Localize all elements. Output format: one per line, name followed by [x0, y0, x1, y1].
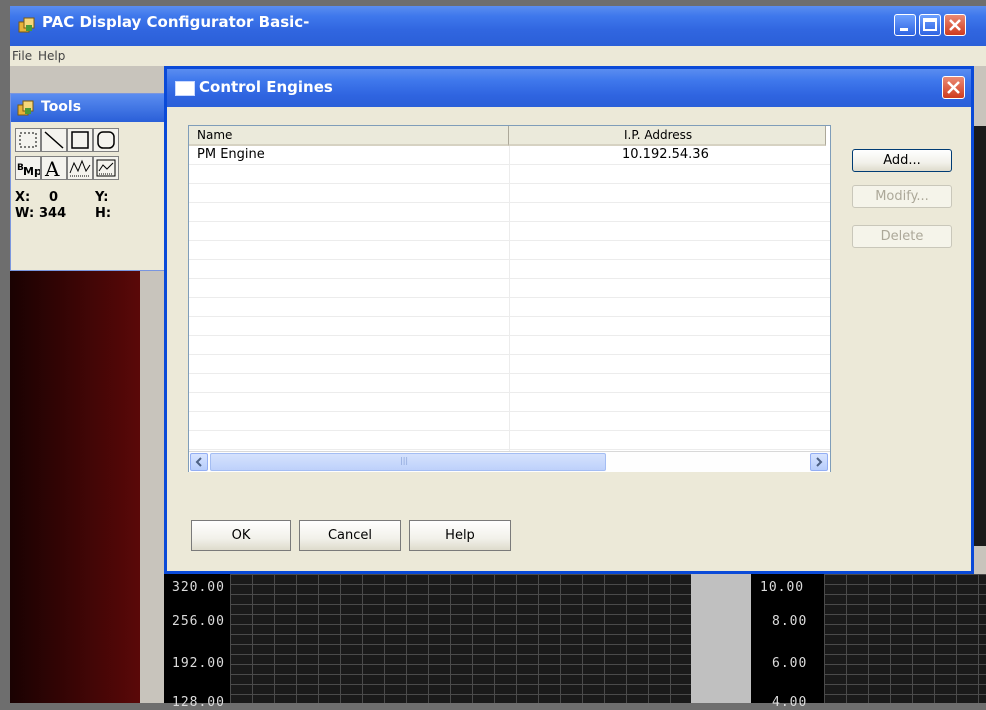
close-icon	[947, 81, 960, 94]
column-header-name[interactable]: Name	[189, 126, 509, 146]
maximize-button[interactable]	[919, 14, 941, 36]
maximize-icon	[923, 18, 937, 31]
delete-button[interactable]: Delete	[852, 225, 952, 248]
column-header-label: Name	[197, 128, 233, 142]
control-engines-dialog: Control Engines Name I.P. Address PM Eng…	[164, 66, 974, 574]
h-label: H:	[95, 206, 112, 221]
minimize-button[interactable]	[894, 14, 916, 36]
modify-button[interactable]: Modify...	[852, 185, 952, 208]
scroll-right-button[interactable]	[810, 453, 828, 471]
minimize-icon	[900, 28, 908, 31]
right-axis-label: 6.00	[772, 656, 808, 671]
left-axis-label: 256.00	[172, 614, 225, 629]
line-icon	[44, 131, 64, 149]
app-titlebar[interactable]: PAC Display Configurator Basic-	[10, 6, 986, 46]
chevron-left-icon	[195, 457, 202, 467]
ok-button[interactable]: OK	[191, 520, 291, 551]
dialog-titlebar[interactable]: Control Engines	[167, 69, 971, 107]
x-label: X:	[15, 190, 31, 205]
right-graph-grid	[824, 574, 986, 703]
dialog-close-button[interactable]	[942, 76, 965, 99]
select-tool-button[interactable]	[15, 128, 41, 152]
y-label: Y:	[95, 190, 109, 205]
left-axis-label: 192.00	[172, 656, 225, 671]
svg-text:Mp: Mp	[23, 165, 40, 178]
text-icon: A	[44, 157, 60, 181]
trend-config-tool-button[interactable]	[93, 156, 119, 180]
red-gradient-panel	[10, 256, 140, 703]
left-graph-grid	[230, 574, 691, 703]
line-tool-button[interactable]	[41, 128, 67, 152]
trend-config-icon	[96, 159, 116, 177]
column-divider	[509, 146, 510, 451]
horizontal-scrollbar[interactable]: |||	[189, 451, 830, 472]
tools-title: Tools	[41, 99, 82, 115]
right-axis-label: 10.00	[760, 580, 805, 595]
engine-ip-cell: 10.192.54.36	[622, 147, 709, 162]
w-value: 344	[39, 206, 67, 221]
add-button[interactable]: Add...	[852, 149, 952, 172]
svg-text:A: A	[44, 157, 60, 179]
graph-separator	[691, 574, 751, 703]
help-button[interactable]: Help	[409, 520, 511, 551]
scroll-left-button[interactable]	[190, 453, 208, 471]
scroll-grip: |||	[400, 456, 409, 465]
engine-name-cell: PM Engine	[197, 147, 265, 162]
select-marquee-icon	[19, 132, 37, 148]
x-value: 0	[49, 190, 59, 205]
tools-icon	[17, 100, 34, 116]
app-icon	[18, 17, 35, 33]
graph-panel: 320.00 256.00 192.00 128.00 10.00 8.00 6…	[164, 574, 986, 710]
right-axis-label: 8.00	[772, 614, 808, 629]
column-header-label: I.P. Address	[624, 128, 693, 142]
tools-titlebar[interactable]: Tools	[11, 94, 166, 122]
cancel-button[interactable]: Cancel	[299, 520, 401, 551]
menu-file[interactable]: File	[12, 49, 32, 63]
bitmap-icon: B Mp	[17, 163, 42, 178]
window-icon	[175, 81, 195, 96]
chevron-right-icon	[816, 457, 823, 467]
trend-icon	[69, 159, 91, 177]
text-tool-button[interactable]: A	[41, 156, 67, 181]
engines-list[interactable]: Name I.P. Address PM Engine 10.192.54.36	[188, 125, 831, 472]
bitmap-tool-button[interactable]: B Mp	[15, 156, 42, 180]
menu-bar: File Help	[10, 46, 986, 66]
rectangle-tool-button[interactable]	[67, 128, 93, 152]
tools-palette: Tools B Mp A X: 0 Y: W: 344 H:	[10, 93, 167, 271]
menu-help[interactable]: Help	[38, 49, 65, 63]
rounded-rectangle-icon	[97, 131, 115, 149]
app-title: PAC Display Configurator Basic-	[42, 13, 310, 31]
column-header-ip-address[interactable]: I.P. Address	[509, 126, 826, 146]
w-label: W:	[15, 206, 35, 221]
close-icon	[949, 19, 961, 31]
dialog-title: Control Engines	[199, 78, 333, 96]
rectangle-icon	[71, 131, 89, 149]
rounded-rectangle-tool-button[interactable]	[93, 128, 119, 152]
trend-tool-button[interactable]	[67, 156, 93, 180]
left-axis-label: 320.00	[172, 580, 225, 595]
app-close-button[interactable]	[944, 14, 966, 36]
scroll-thumb[interactable]: |||	[210, 453, 606, 471]
